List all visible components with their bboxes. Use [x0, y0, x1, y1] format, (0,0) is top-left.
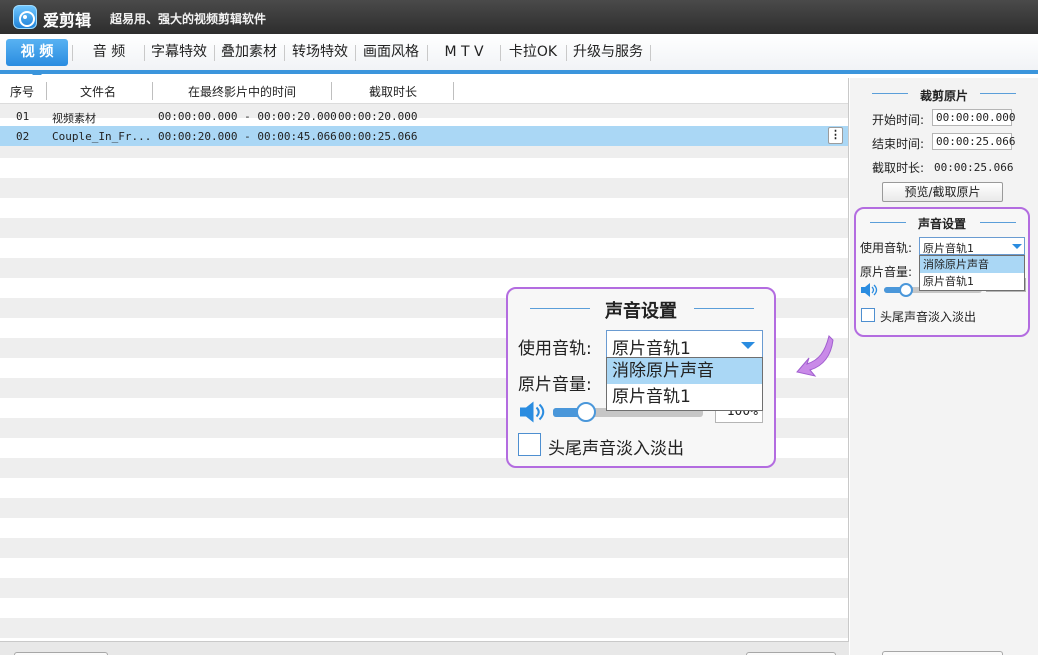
tab-divider	[500, 45, 501, 61]
list-header: 序号 文件名 在最终影片中的时间 截取时长	[0, 78, 848, 104]
fade-checkbox[interactable]	[861, 308, 875, 322]
speaker-icon[interactable]	[517, 401, 547, 423]
zoom-fade-checkbox[interactable]	[518, 433, 541, 456]
list-footer	[0, 641, 849, 655]
tab-divider	[214, 45, 215, 61]
column-divider[interactable]	[453, 82, 454, 100]
track-select-value: 原片音轨1	[923, 242, 974, 255]
column-header-duration[interactable]: 截取时长	[369, 83, 417, 100]
volume-slider-knob[interactable]	[898, 283, 913, 297]
preview-crop-button[interactable]: 预览/截取原片	[882, 182, 1003, 202]
track-label: 使用音轨:	[860, 241, 913, 255]
side-bottom-button[interactable]	[882, 651, 1003, 655]
row-index: 01	[16, 110, 30, 123]
dropdown-option-mute[interactable]: 消除原片声音	[920, 256, 1024, 273]
column-header-index[interactable]: 序号	[10, 83, 34, 100]
tab-divider	[427, 45, 428, 61]
app-slogan: 超易用、强大的视频剪辑软件	[110, 12, 267, 26]
tab-audio[interactable]: 音 频	[78, 39, 140, 66]
column-header-filename[interactable]: 文件名	[80, 83, 116, 100]
row-filename: 视频素材	[52, 112, 96, 125]
tab-karaoke[interactable]: 卡拉OK	[504, 39, 562, 66]
dropdown-option-track1[interactable]: 原片音轨1	[920, 273, 1024, 290]
crop-section-title: 裁剪原片	[919, 89, 968, 103]
zoom-track-dropdown-list: 消除原片声音 原片音轨1	[606, 357, 763, 411]
chevron-down-icon	[1012, 244, 1022, 249]
track-select[interactable]: 原片音轨1	[919, 237, 1025, 255]
pointing-arrow-icon	[796, 335, 834, 377]
tab-subtitle-effects[interactable]: 字幕特效	[148, 39, 210, 66]
tab-transition-effects[interactable]: 转场特效	[289, 39, 351, 66]
zoom-track-label: 使用音轨:	[518, 339, 592, 359]
end-time-label: 结束时间:	[872, 137, 925, 151]
row-time-range: 00:00:00.000 - 00:00:20.000	[158, 110, 337, 123]
row-menu-button[interactable]: ⋮	[828, 127, 843, 144]
end-time-input[interactable]: 00:00:25.066	[932, 133, 1015, 150]
volume-label: 原片音量:	[860, 265, 913, 279]
section-divider	[980, 222, 1016, 223]
column-divider[interactable]	[152, 82, 153, 100]
row-filename: Couple_In_Fr...	[52, 130, 152, 143]
row-duration: 00:00:20.000	[338, 110, 418, 123]
section-divider	[980, 93, 1016, 94]
tab-divider	[355, 45, 356, 61]
tab-video[interactable]: 视 频	[6, 39, 68, 75]
tab-mtv[interactable]: M T V	[432, 39, 496, 66]
zoom-audio-section-title: 声音设置	[605, 301, 677, 322]
row-index: 02	[16, 130, 30, 143]
crop-duration-label: 截取时长:	[872, 161, 925, 175]
tab-upgrade-service[interactable]: 升级与服务	[570, 39, 646, 66]
tab-divider	[144, 45, 145, 61]
tab-divider	[72, 45, 73, 61]
app-name: 爱剪辑	[43, 11, 92, 30]
app-logo-icon	[13, 5, 37, 29]
crop-duration-value: 00:00:25.066	[934, 161, 1014, 174]
tab-overlay-material[interactable]: 叠加素材	[218, 39, 280, 66]
speaker-icon[interactable]	[859, 283, 879, 297]
tab-divider	[650, 45, 651, 61]
zoom-volume-label: 原片音量:	[518, 375, 592, 395]
audio-settings-zoom-callout: 声音设置 使用音轨: 原片音轨1 原片音量: 100% 消除原片声音 原片音轨1…	[506, 287, 776, 468]
tab-divider	[566, 45, 567, 61]
audio-section-title: 声音设置	[917, 217, 966, 231]
column-divider[interactable]	[331, 82, 332, 100]
zoom-dropdown-option-track1[interactable]: 原片音轨1	[607, 384, 762, 410]
section-divider	[694, 308, 754, 309]
column-divider[interactable]	[46, 82, 47, 100]
column-header-time-in-movie[interactable]: 在最终影片中的时间	[188, 83, 296, 100]
row-time-range: 00:00:20.000 - 00:00:45.066	[158, 130, 337, 143]
tab-divider	[284, 45, 285, 61]
table-row[interactable]: 01 视频素材 00:00:00.000 - 00:00:20.000 00:0…	[0, 106, 848, 126]
title-bar: 爱剪辑 超易用、强大的视频剪辑软件	[0, 0, 1038, 34]
fade-label: 头尾声音淡入淡出	[880, 310, 977, 324]
chevron-down-icon	[741, 342, 755, 349]
zoom-volume-slider-knob[interactable]	[576, 402, 596, 422]
side-panel: 裁剪原片 开始时间: 00:00:00.000 结束时间: 00:00:25.0…	[850, 78, 1038, 655]
start-time-input[interactable]: 00:00:00.000	[932, 109, 1015, 126]
row-duration: 00:00:25.066	[338, 130, 418, 143]
audio-settings-panel: 声音设置 使用音轨: 原片音轨1 原片音量: 100% 消除原片声音 原片音轨1…	[854, 207, 1030, 337]
track-dropdown-list: 消除原片声音 原片音轨1	[919, 255, 1025, 291]
start-time-label: 开始时间:	[872, 113, 925, 127]
zoom-track-select[interactable]: 原片音轨1	[606, 330, 763, 359]
table-row[interactable]: 02 Couple_In_Fr... 00:00:20.000 - 00:00:…	[0, 126, 848, 146]
main-tab-bar: 视 频 音 频 字幕特效 叠加素材 转场特效 画面风格 M T V 卡拉OK 升…	[0, 34, 1038, 75]
zoom-dropdown-option-mute[interactable]: 消除原片声音	[607, 358, 762, 384]
zoom-track-select-value: 原片音轨1	[612, 339, 691, 359]
tab-picture-style[interactable]: 画面风格	[359, 39, 423, 66]
zoom-fade-label: 头尾声音淡入淡出	[548, 439, 684, 459]
